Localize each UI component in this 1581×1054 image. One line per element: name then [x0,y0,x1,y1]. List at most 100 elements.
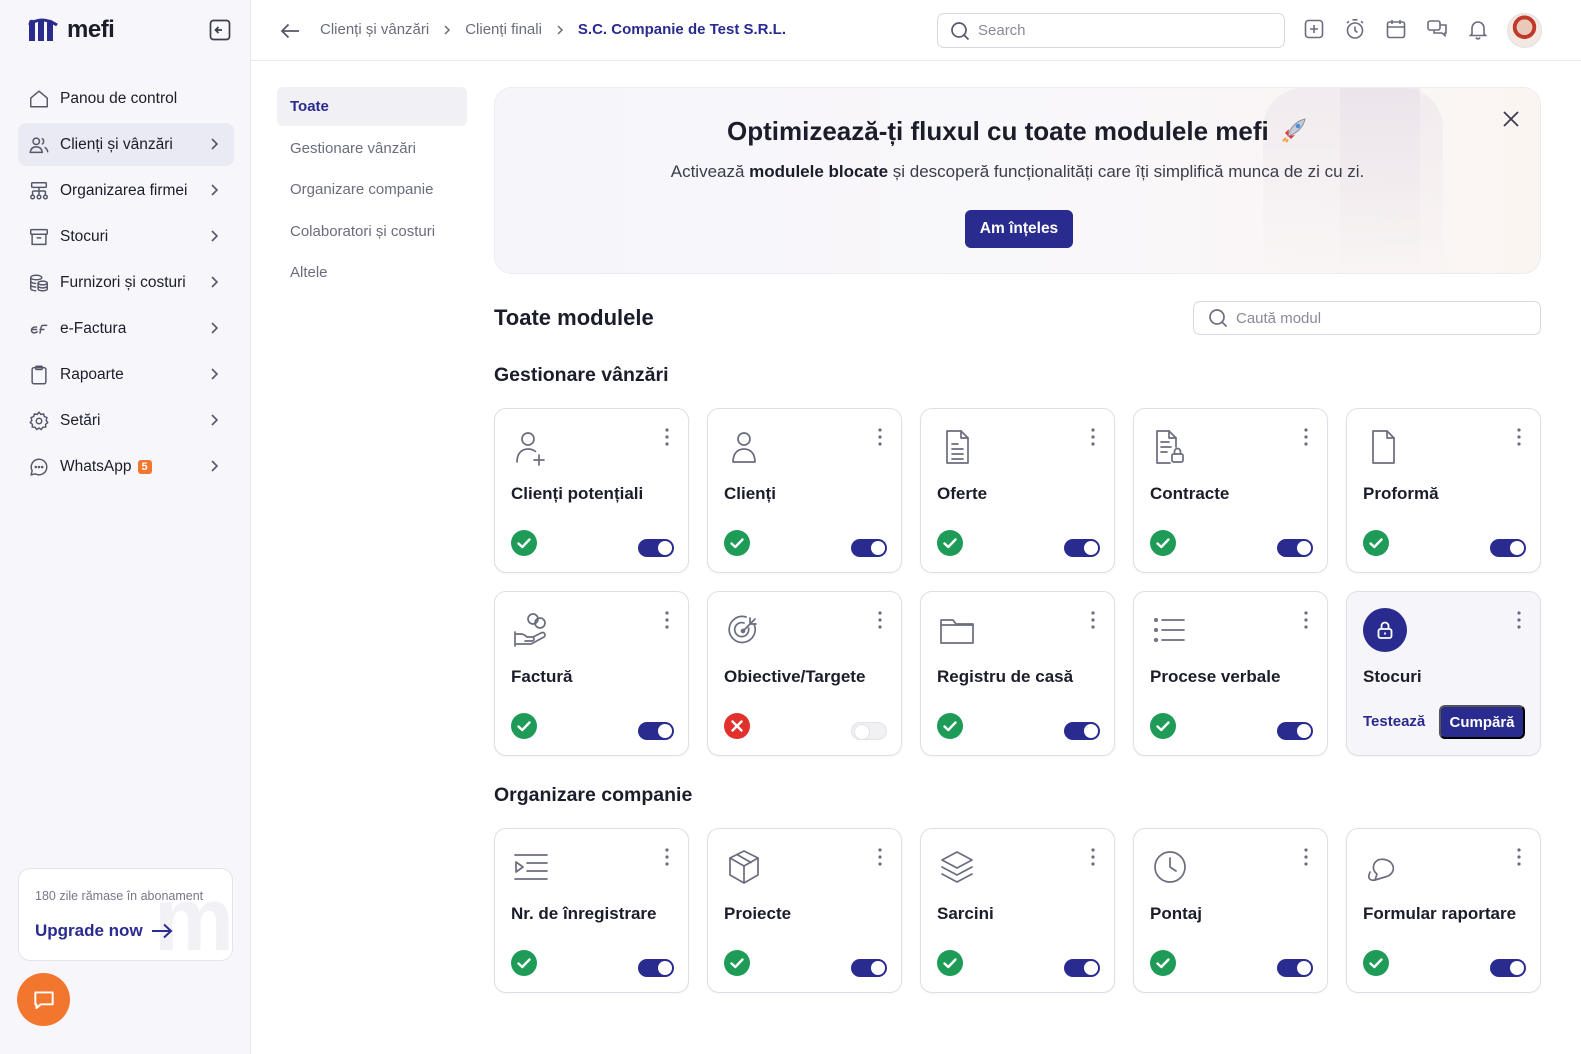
timer-icon[interactable] [1344,18,1366,40]
close-icon[interactable] [1500,108,1522,130]
module-toggle[interactable] [1277,722,1313,740]
more-options-icon[interactable] [1303,427,1309,447]
check-circle-icon [937,713,963,739]
check-circle-icon [937,950,963,976]
more-options-icon[interactable] [1516,427,1522,447]
module-toggle[interactable] [851,722,887,740]
more-options-icon[interactable] [664,610,670,630]
dismiss-banner-button[interactable]: Am înțeles [965,210,1073,248]
module-card-pontaj[interactable]: Pontaj [1133,828,1328,993]
module-card-proforma[interactable]: Proformă [1346,408,1541,573]
target-icon [728,615,757,644]
category-other[interactable]: Altele [277,253,467,292]
buy-module-button[interactable]: Cumpără [1439,705,1525,739]
group-title-company: Organizare companie [494,784,693,806]
calendar-icon[interactable] [1385,18,1407,40]
bell-icon[interactable] [1467,18,1489,40]
more-options-icon[interactable] [1303,610,1309,630]
module-card-obiective-targete[interactable]: Obiective/Targete [707,591,902,756]
more-options-icon[interactable] [877,610,883,630]
more-options-icon[interactable] [1090,427,1096,447]
module-card-sarcini[interactable]: Sarcini [920,828,1115,993]
module-toggle[interactable] [1277,959,1313,977]
check-circle-icon [511,713,537,739]
module-card-contracte[interactable]: Contracte [1133,408,1328,573]
sidebar-item-clients-sales[interactable]: Clienți și vânzări [18,123,234,166]
module-card-registru-de-casa[interactable]: Registru de casă [920,591,1115,756]
collapse-sidebar-icon[interactable] [208,18,232,42]
module-card-proiecte[interactable]: Proiecte [707,828,902,993]
module-card-oferte[interactable]: Oferte [920,408,1115,573]
module-search[interactable] [1193,301,1541,335]
module-card-clienti[interactable]: Clienți [707,408,902,573]
app-logo[interactable]: mefi [27,16,115,44]
module-card-formular-raportare[interactable]: Formular raportare [1346,828,1541,993]
breadcrumb-item[interactable]: Clienți și vânzări [320,21,429,38]
support-chat-button[interactable] [17,973,70,1026]
more-options-icon[interactable] [664,427,670,447]
sidebar-item-label: Organizarea firmei [60,181,188,199]
search-icon [1209,309,1228,328]
module-name: Proiecte [724,904,792,923]
module-search-input[interactable] [1236,309,1516,327]
module-name: Procese verbale [1150,667,1281,686]
category-sales[interactable]: Gestionare vânzări [277,129,467,168]
chevron-right-icon [557,24,563,35]
user-icon [732,432,756,463]
sidebar-item-reports[interactable]: Rapoarte [18,353,234,396]
more-options-icon[interactable] [664,847,670,867]
check-circle-icon [724,530,750,556]
messages-icon[interactable] [1426,18,1448,40]
module-toggle[interactable] [1490,539,1526,557]
more-options-icon[interactable] [1303,847,1309,867]
sidebar-item-suppliers-costs[interactable]: Furnizori și costuri [18,261,234,304]
hand-coins-icon [514,613,546,647]
search-input[interactable] [978,22,1258,39]
more-options-icon[interactable] [1090,610,1096,630]
sidebar-item-whatsapp[interactable]: WhatsApp 5 [18,445,234,488]
subscription-remaining: 180 zile rămase în abonament [35,889,204,903]
back-arrow-icon[interactable] [279,20,301,42]
banner-title: Optimizează-ți fluxul cu toate modulele … [495,116,1540,147]
category-collaborators[interactable]: Colaboratori și costuri [277,212,467,251]
category-all[interactable]: Toate [277,87,467,126]
module-card-nr-de-inregistrare[interactable]: Nr. de înregistrare [494,828,689,993]
sidebar-item-company-organization[interactable]: Organizarea firmei [18,169,234,212]
module-card-stocuri[interactable]: Stocuri Testează Cumpără [1346,591,1541,756]
check-circle-icon [1150,713,1176,739]
module-toggle[interactable] [638,539,674,557]
add-square-icon[interactable] [1303,18,1325,40]
category-company[interactable]: Organizare companie [277,170,467,209]
module-toggle[interactable] [1277,539,1313,557]
module-card-procese-verbale[interactable]: Procese verbale [1133,591,1328,756]
try-module-link[interactable]: Testează [1363,713,1425,730]
module-toggle[interactable] [638,722,674,740]
module-toggle[interactable] [1490,959,1526,977]
module-card-factura[interactable]: Factură [494,591,689,756]
more-options-icon[interactable] [1090,847,1096,867]
global-search[interactable] [937,13,1285,48]
sidebar-item-settings[interactable]: Setări [18,399,234,442]
module-toggle[interactable] [851,539,887,557]
top-actions [1303,18,1489,40]
module-toggle[interactable] [1064,539,1100,557]
breadcrumb-item[interactable]: Clienți finali [465,21,542,38]
sidebar-item-stocks[interactable]: Stocuri [18,215,234,258]
more-options-icon[interactable] [877,427,883,447]
sidebar-item-label: e-Factura [60,319,127,337]
user-avatar[interactable] [1507,13,1542,48]
module-toggle[interactable] [1064,959,1100,977]
more-options-icon[interactable] [1516,847,1522,867]
module-card-clienti-potentiali[interactable]: Clienți potențiali [494,408,689,573]
module-toggle[interactable] [638,959,674,977]
sidebar-item-dashboard[interactable]: Panou de control [18,77,234,120]
check-circle-icon [1363,530,1389,556]
module-name: Sarcini [937,904,994,923]
error-circle-icon [724,713,750,739]
module-toggle[interactable] [1064,722,1100,740]
upgrade-now-link[interactable]: Upgrade now [35,921,173,941]
more-options-icon[interactable] [1516,610,1522,630]
sidebar-item-efactura[interactable]: e-Factura [18,307,234,350]
more-options-icon[interactable] [877,847,883,867]
module-toggle[interactable] [851,959,887,977]
